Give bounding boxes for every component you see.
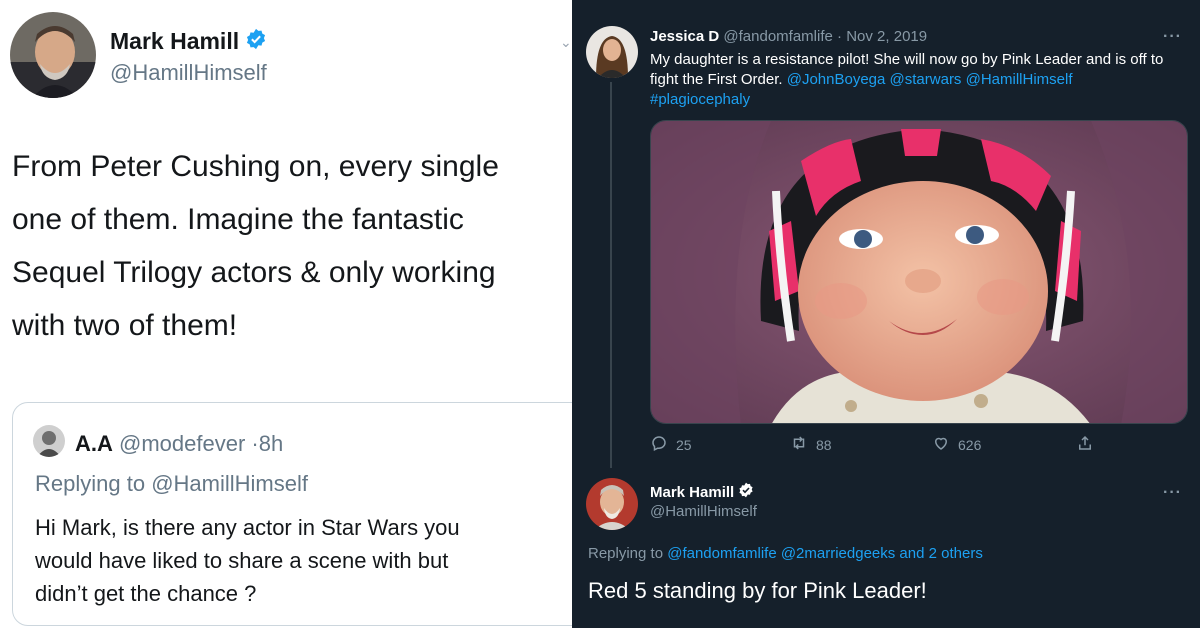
reply-author-name[interactable]: Mark Hamill [650,484,734,501]
replying-targets[interactable]: @fandomfamlife @2marriedgeeks and 2 othe… [667,545,983,562]
replying-mention[interactable]: @HamillHimself [151,471,308,496]
retweet-count: 88 [816,436,832,453]
jessica-tweet-text: My daughter is a resistance pilot! She w… [650,50,1180,110]
quoted-tweet-text: Hi Mark, is there any actor in Star Wars… [35,515,460,606]
quoted-author-handle[interactable]: @modefever [119,431,245,456]
tweet-text: From Peter Cushing on, every single one … [12,150,499,342]
left-tweet-panel: Mark Hamill @HamillHimself ⌄ From Peter … [0,0,572,628]
retweet-action[interactable]: 88 [790,434,832,455]
chevron-down-icon[interactable]: ⌄ [560,34,572,51]
jessica-name[interactable]: Jessica D [650,28,719,45]
jessica-avatar[interactable] [586,26,638,78]
retweet-icon [790,434,816,455]
author-handle[interactable]: @HamillHimself [110,60,267,86]
reply-author-handle[interactable]: @HamillHimself [650,503,757,520]
baby-helmet-photo[interactable] [650,120,1188,424]
replying-prefix: Replying to [588,545,664,562]
replying-prefix: Replying to [35,471,146,496]
quoted-author-avatar [33,425,65,457]
verified-badge-icon [245,28,267,55]
reply-tweet-text: Red 5 standing by for Pink Leader! [588,578,927,603]
like-action[interactable]: 626 [932,434,981,455]
like-icon [932,434,958,455]
share-icon [1076,434,1102,455]
replying-to: Replying to @fandomfamlife @2marriedgeek… [588,545,983,562]
mark-hamill-avatar[interactable] [586,478,638,530]
tweet-actions: 25 88 626 [650,434,1190,456]
more-icon[interactable]: ··· [1163,28,1182,46]
quoted-author-name[interactable]: A.A [75,431,113,456]
mention-hamillhimself[interactable]: @HamillHimself [966,71,1073,88]
quoted-time[interactable]: 8h [259,431,283,456]
share-action[interactable] [1076,434,1102,455]
meta-separator: · [837,28,843,45]
author-avatar[interactable] [10,12,96,98]
verified-badge-icon [738,482,754,503]
right-thread-panel: Jessica D @fandomfamlife · Nov 2, 2019 ·… [572,0,1200,628]
reply-count: 25 [676,436,692,453]
reply-action[interactable]: 25 [650,434,692,455]
tweet-date[interactable]: Nov 2, 2019 [846,28,927,45]
more-icon[interactable]: ··· [1163,484,1182,502]
like-count: 626 [958,436,982,453]
thread-line [610,82,612,468]
reply-icon [650,434,676,455]
mention-johnboyega[interactable]: @JohnBoyega [787,71,886,88]
author-name[interactable]: Mark Hamill [110,28,239,55]
jessica-handle[interactable]: @fandomfamlife [723,28,832,45]
hashtag[interactable]: #plagiocephaly [650,91,750,108]
meta-separator: · [251,431,259,456]
mention-starwars[interactable]: @starwars [890,71,962,88]
replying-to: Replying to @HamillHimself [35,471,308,497]
quoted-tweet[interactable]: A.A @modefever ·8h Replying to @HamillHi… [12,402,572,626]
